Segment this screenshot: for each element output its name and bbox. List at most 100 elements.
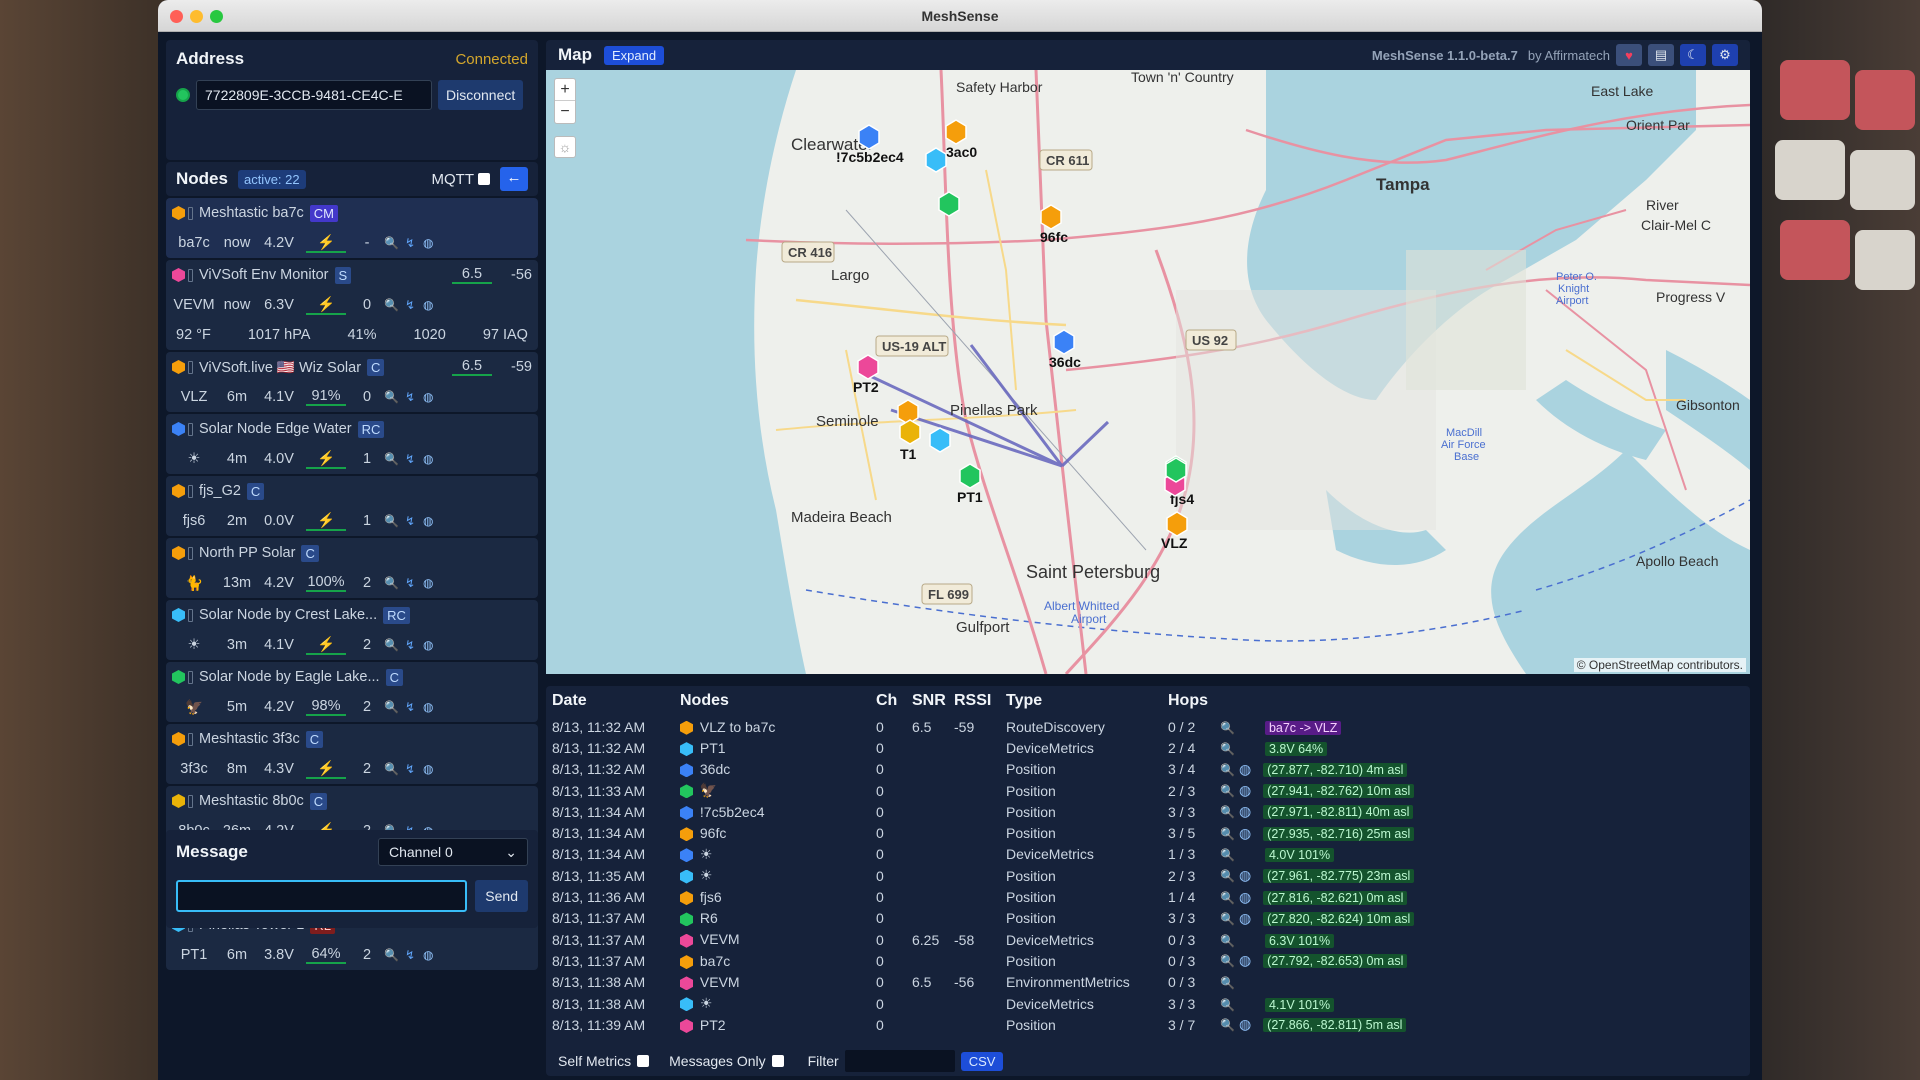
column-header[interactable]: SNR <box>912 686 954 716</box>
search-icon[interactable]: 🔍 <box>384 236 399 250</box>
search-icon[interactable]: 🔍 <box>1220 763 1235 777</box>
node-card[interactable]: Meshtastic ba7c CM ba7c now 4.2V ⚡ - 🔍 ↯… <box>166 198 538 258</box>
message-input[interactable] <box>176 880 468 912</box>
route-icon[interactable]: ↯ <box>405 452 415 466</box>
row-node[interactable]: VEVM <box>700 974 740 990</box>
node-card[interactable]: fjs_G2 C fjs6 2m 0.0V ⚡ 1 🔍 ↯ ◍ <box>166 476 538 536</box>
globe-icon[interactable]: ◍ <box>423 452 433 466</box>
csv-export-button[interactable]: CSV <box>960 1051 1004 1071</box>
node-card[interactable]: ViVSoft.live 🇺🇸 Wiz Solar C 6.5 -59 VLZ 6… <box>166 352 538 412</box>
node-card[interactable]: Solar Node by Crest Lake... RC ☀ 3m 4.1V… <box>166 600 538 660</box>
table-row[interactable]: 8/13, 11:32 AM VLZ to ba7c 0 6.5 -59 Rou… <box>552 716 1414 737</box>
close-window-button[interactable] <box>170 10 183 23</box>
node-card[interactable]: Meshtastic 3f3c C 3f3c 8m 4.3V ⚡ 2 🔍 ↯ ◍ <box>166 724 538 784</box>
row-node[interactable]: PT1 <box>700 740 726 756</box>
column-header[interactable]: Hops <box>1168 686 1220 716</box>
disconnect-button[interactable]: Disconnect <box>438 80 524 110</box>
search-icon[interactable]: 🔍 <box>1220 1018 1235 1032</box>
column-header[interactable]: RSSI <box>954 686 1006 716</box>
search-icon[interactable]: 🔍 <box>384 576 399 590</box>
row-node[interactable]: VLZ to ba7c <box>700 719 776 735</box>
table-row[interactable]: 8/13, 11:33 AM 🦅 0 Position 2 / 3 🔍 ◍ (27.… <box>552 780 1415 801</box>
table-row[interactable]: 8/13, 11:39 AM PT2 0 Position 3 / 7 🔍 ◍ (2… <box>552 1014 1414 1035</box>
globe-icon[interactable]: ◍ <box>1239 910 1251 926</box>
row-node[interactable]: 🦅 <box>700 782 717 798</box>
table-row[interactable]: 8/13, 11:34 AM ☀ 0 DeviceMetrics 1 / 3 🔍… <box>552 844 1414 865</box>
search-icon[interactable]: 🔍 <box>1220 721 1235 735</box>
globe-icon[interactable]: ◍ <box>423 638 433 652</box>
column-header[interactable]: Nodes <box>680 686 876 716</box>
globe-icon[interactable]: ◍ <box>1239 1016 1251 1032</box>
route-icon[interactable]: ↯ <box>405 390 415 404</box>
route-icon[interactable]: ↯ <box>405 762 415 776</box>
moon-icon[interactable]: ☾ <box>1680 44 1706 66</box>
zoom-out-button[interactable]: − <box>555 101 575 123</box>
table-row[interactable]: 8/13, 11:38 AM VEVM 0 6.5 -56 Environmen… <box>552 972 1414 993</box>
route-icon[interactable]: ↯ <box>405 700 415 714</box>
row-node[interactable]: ba7c <box>700 953 730 969</box>
search-icon[interactable]: 🔍 <box>1220 869 1235 883</box>
globe-icon[interactable]: ◍ <box>1239 889 1251 905</box>
globe-icon[interactable]: ◍ <box>1239 761 1251 777</box>
row-node[interactable]: VEVM <box>700 931 740 947</box>
channel-select[interactable]: Channel 0 ⌄ <box>378 838 528 866</box>
globe-icon[interactable]: ◍ <box>423 298 433 312</box>
search-icon[interactable]: 🔍 <box>384 700 399 714</box>
globe-icon[interactable]: ◍ <box>423 390 433 404</box>
column-header[interactable]: Type <box>1006 686 1168 716</box>
table-row[interactable]: 8/13, 11:37 AM ba7c 0 Position 0 / 3 🔍 ◍ (… <box>552 950 1414 971</box>
row-node[interactable]: fjs6 <box>700 889 722 905</box>
node-card[interactable]: Solar Node by Eagle Lake... C 🦅 5m 4.2V … <box>166 662 538 722</box>
column-header[interactable]: Ch <box>876 686 912 716</box>
search-icon[interactable]: 🔍 <box>384 452 399 466</box>
table-row[interactable]: 8/13, 11:37 AM VEVM 0 6.25 -58 DeviceMet… <box>552 929 1414 950</box>
search-icon[interactable]: 🔍 <box>1220 976 1235 990</box>
route-icon[interactable]: ↯ <box>405 638 415 652</box>
globe-icon[interactable]: ◍ <box>1239 952 1251 968</box>
send-button[interactable]: Send <box>475 880 528 912</box>
search-icon[interactable]: 🔍 <box>1220 805 1235 819</box>
table-row[interactable]: 8/13, 11:34 AM 96fc 0 Position 3 / 5 🔍 ◍ (… <box>552 822 1415 843</box>
row-node[interactable]: 36dc <box>700 761 730 777</box>
collapse-arrow-button[interactable]: ← <box>500 167 528 191</box>
route-icon[interactable]: ↯ <box>405 514 415 528</box>
table-row[interactable]: 8/13, 11:34 AM !7c5b2ec4 0 Position 3 / … <box>552 801 1414 822</box>
table-row[interactable]: 8/13, 11:35 AM ☀ 0 Position 2 / 3 🔍 ◍ (27.… <box>552 865 1415 886</box>
row-node[interactable]: ☀ <box>700 846 713 862</box>
search-icon[interactable]: 🔍 <box>1220 784 1235 798</box>
row-node[interactable]: PT2 <box>700 1017 726 1033</box>
search-icon[interactable]: 🔍 <box>384 298 399 312</box>
route-icon[interactable]: ↯ <box>405 576 415 590</box>
expand-map-button[interactable]: Expand <box>604 45 665 65</box>
zoom-window-button[interactable] <box>210 10 223 23</box>
search-icon[interactable]: 🔍 <box>1220 891 1235 905</box>
node-card[interactable]: North PP Solar C 🐈 13m 4.2V 100% 2 🔍 ↯ ◍ <box>166 538 538 598</box>
node-card[interactable]: Solar Node Edge Water RC ☀ 4m 4.0V ⚡ 1 🔍… <box>166 414 538 474</box>
globe-icon[interactable]: ◍ <box>1239 782 1251 798</box>
mqtt-toggle[interactable]: MQTT <box>432 171 490 188</box>
search-icon[interactable]: 🔍 <box>384 948 399 962</box>
node-card[interactable]: ViVSoft Env Monitor S 6.5 -56 VEVM now 6.… <box>166 260 538 350</box>
globe-icon[interactable]: ◍ <box>423 948 433 962</box>
globe-icon[interactable]: ◍ <box>1239 867 1251 883</box>
globe-icon[interactable]: ◍ <box>423 236 433 250</box>
column-header[interactable]: Date <box>552 686 680 716</box>
globe-icon[interactable]: ◍ <box>1239 803 1251 819</box>
search-icon[interactable]: 🔍 <box>384 638 399 652</box>
search-icon[interactable]: 🔍 <box>1220 998 1235 1012</box>
globe-icon[interactable]: ◍ <box>423 576 433 590</box>
row-node[interactable]: 96fc <box>700 825 726 841</box>
row-node[interactable]: ☀ <box>700 995 713 1011</box>
table-row[interactable]: 8/13, 11:32 AM 36dc 0 Position 3 / 4 🔍 ◍ (… <box>552 759 1414 780</box>
search-icon[interactable]: 🔍 <box>1220 934 1235 948</box>
messages-only-checkbox[interactable] <box>771 1055 784 1067</box>
row-node[interactable]: R6 <box>700 910 718 926</box>
table-row[interactable]: 8/13, 11:38 AM ☀ 0 DeviceMetrics 3 / 3 🔍… <box>552 993 1414 1014</box>
self-metrics-checkbox[interactable] <box>637 1055 650 1067</box>
search-icon[interactable]: 🔍 <box>1220 848 1235 862</box>
search-icon[interactable]: 🔍 <box>1220 827 1235 841</box>
search-icon[interactable]: 🔍 <box>1220 954 1235 968</box>
table-row[interactable]: 8/13, 11:36 AM fjs6 0 Position 1 / 4 🔍 ◍ (… <box>552 886 1414 907</box>
search-icon[interactable]: 🔍 <box>1220 742 1235 756</box>
route-icon[interactable]: ↯ <box>405 948 415 962</box>
